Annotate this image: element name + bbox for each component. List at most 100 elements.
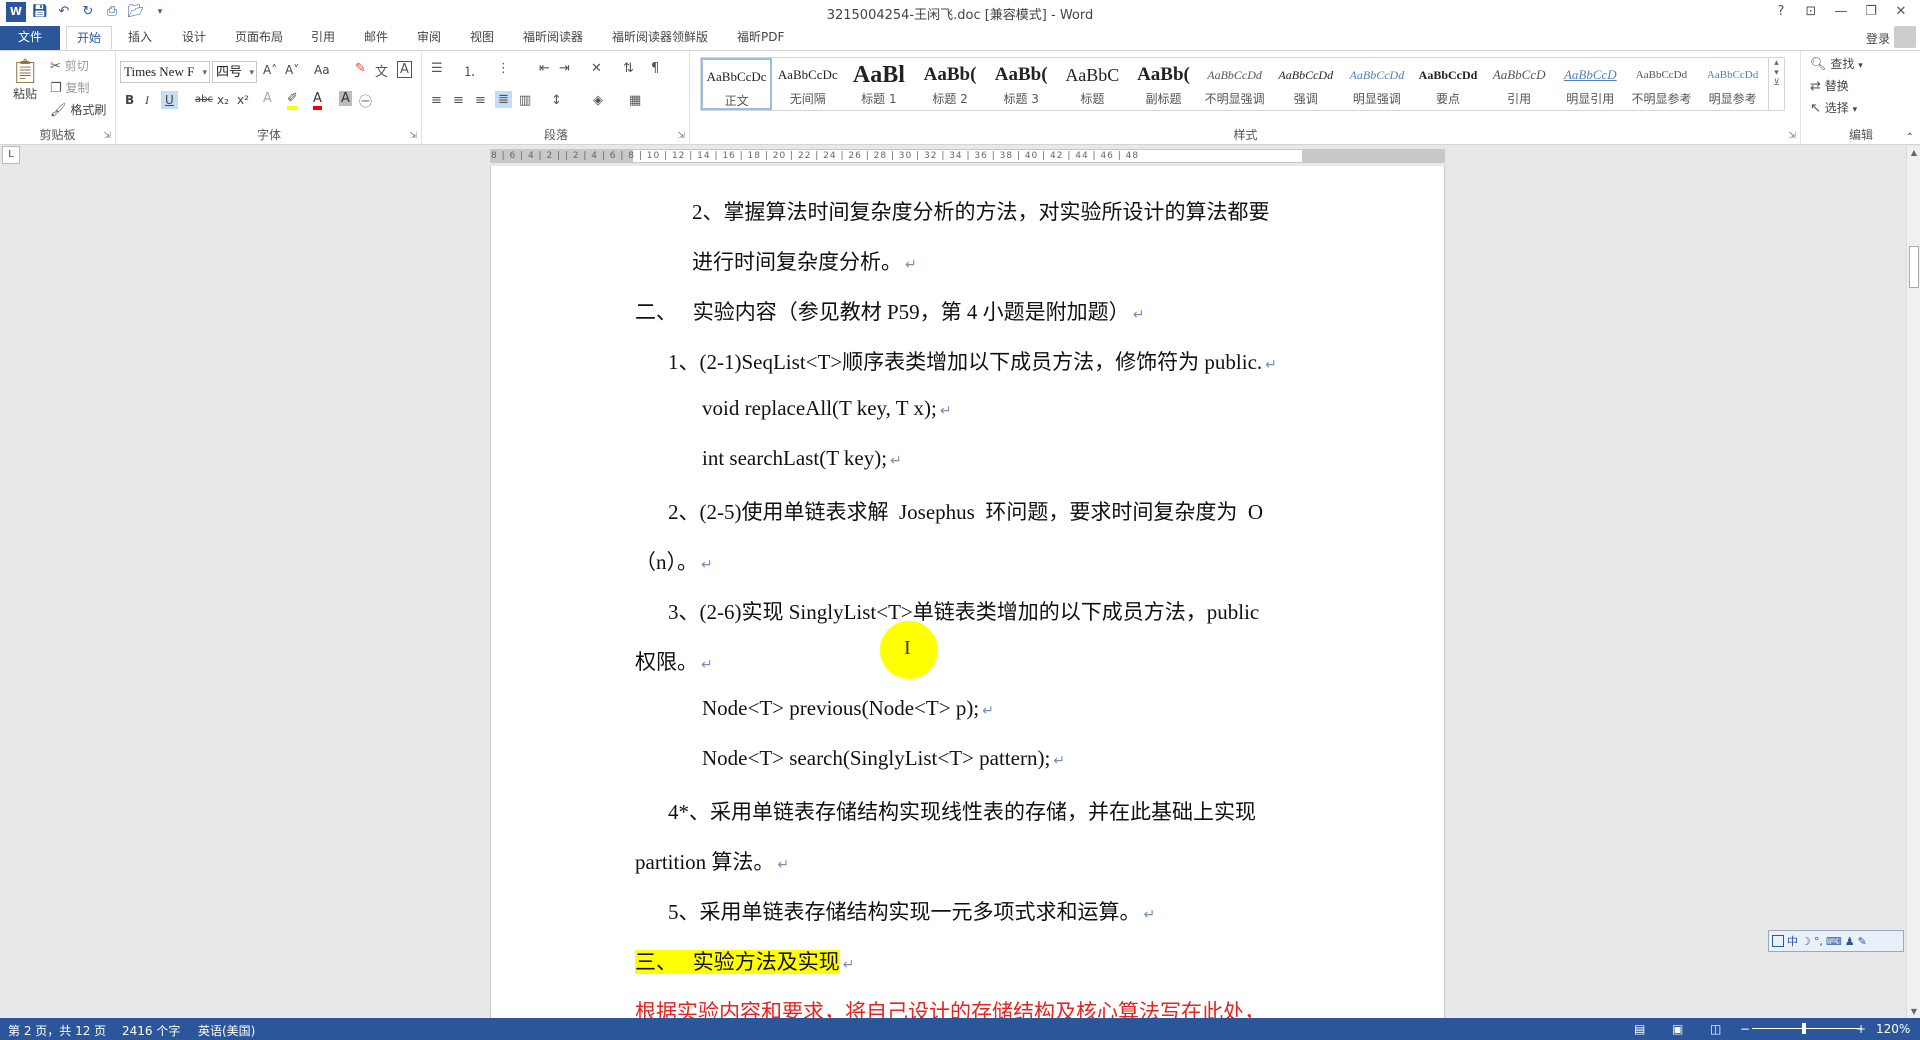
word-count[interactable]: 2416 个字 (122, 1022, 180, 1039)
ime-punct-icon[interactable]: °, (1814, 935, 1823, 948)
ime-keyboard-icon[interactable]: ⌨ (1826, 935, 1842, 948)
collapse-ribbon-icon[interactable]: ⌃ (1906, 132, 1914, 143)
restore-button[interactable]: ❐ (1856, 1, 1886, 23)
tab-review[interactable]: 审阅 (407, 26, 451, 50)
copy-button[interactable]: ❐ 复制 (50, 79, 90, 96)
ime-moon-icon[interactable]: ☽ (1801, 935, 1811, 948)
style-title[interactable]: AaBbC 标题 (1057, 58, 1128, 110)
highlight-icon[interactable]: ✐ (287, 91, 298, 110)
chevron-up-icon[interactable]: ▴ (1769, 58, 1784, 68)
tab-references[interactable]: 引用 (301, 26, 345, 50)
shrink-font-button[interactable]: A˅ (285, 63, 299, 77)
tab-mailings[interactable]: 邮件 (354, 26, 398, 50)
zoom-slider-track[interactable] (1752, 1028, 1862, 1029)
tab-view[interactable]: 视图 (460, 26, 504, 50)
zoom-slider-thumb[interactable] (1802, 1023, 1806, 1034)
italic-button[interactable]: I (145, 93, 149, 108)
tab-foxit-reader-preview[interactable]: 福昕阅读器领鲜版 (602, 26, 718, 50)
line-spacing-icon[interactable]: ↕ (551, 93, 562, 108)
tab-selector[interactable]: L (2, 146, 20, 164)
language-indicator[interactable]: 英语(美国) (198, 1022, 255, 1039)
paste-button[interactable]: 📋︎ 粘贴 (8, 57, 42, 102)
ime-logo-icon[interactable] (1772, 935, 1784, 947)
bold-button[interactable]: B (125, 93, 134, 107)
login-link[interactable]: 登录 (1866, 30, 1890, 47)
web-layout-icon[interactable]: ◫ (1710, 1022, 1721, 1036)
style-heading-3[interactable]: AaBb(标题 3 (986, 58, 1057, 110)
style-intense-quote[interactable]: AaBbCcD 明显引用 (1555, 58, 1626, 110)
style-intense-reference[interactable]: AaBbCcDd 明显参考 (1697, 58, 1768, 110)
style-subtle-reference[interactable]: AaBbCcDd 不明显参考 (1626, 58, 1697, 110)
scroll-up-icon[interactable]: ▲ (1907, 148, 1920, 157)
page-count[interactable]: 第 2 页，共 12 页 (8, 1022, 106, 1039)
decrease-indent-icon[interactable]: ⇤ (539, 61, 550, 76)
font-dialog-launcher-icon[interactable]: ⇲ (409, 131, 417, 141)
avatar[interactable] (1894, 26, 1916, 48)
close-button[interactable]: ✕ (1886, 1, 1916, 23)
style-heading-2[interactable]: AaBb(标题 2 (914, 58, 985, 110)
tab-foxit-pdf[interactable]: 福昕PDF (727, 26, 794, 50)
subscript-button[interactable]: x₂ (217, 93, 229, 107)
shading-icon[interactable]: ◈ (593, 93, 603, 108)
replace-button[interactable]: ⇄ 替换 (1810, 77, 1849, 94)
chevron-down-icon[interactable]: ▾ (1769, 68, 1784, 78)
horizontal-ruler[interactable]: 8 | 6 | 4 | 2 | | 2 | 4 | 6 | 8 | 10 | 1… (490, 149, 1445, 163)
vertical-scrollbar[interactable]: ▲ ▼ (1906, 146, 1920, 1018)
chinese-layout-icon[interactable]: ✕ (591, 61, 602, 76)
tab-home[interactable]: 开始 (66, 26, 113, 50)
style-strong[interactable]: AaBbCcDd 要点 (1412, 58, 1483, 110)
ribbon-display-button[interactable]: ⊡ (1796, 1, 1826, 23)
grow-font-button[interactable]: A˄ (263, 63, 277, 77)
font-size-select[interactable]: 四号 ▾ (212, 61, 257, 83)
more-icon[interactable]: ⊻ (1769, 78, 1784, 88)
align-right-icon[interactable]: ≡ (475, 93, 486, 108)
style-subtitle[interactable]: AaBb(副标题 (1128, 58, 1199, 110)
scroll-thumb[interactable] (1909, 246, 1919, 288)
find-button[interactable]: 🔍︎ 查找 ▾ (1810, 55, 1863, 72)
ime-toolbar[interactable]: 中 ☽ °, ⌨ ♟ ✎ (1768, 930, 1904, 952)
ime-tools-icon[interactable]: ✎ (1858, 935, 1867, 948)
tab-page-layout[interactable]: 页面布局 (225, 26, 293, 50)
align-left-icon[interactable]: ≡ (431, 93, 442, 108)
tab-file[interactable]: 文件 (0, 26, 61, 50)
tab-foxit-reader[interactable]: 福昕阅读器 (513, 26, 593, 50)
increase-indent-icon[interactable]: ⇥ (559, 61, 570, 76)
styles-dialog-launcher-icon[interactable]: ⇲ (1788, 131, 1796, 141)
style-subtle-emphasis[interactable]: AaBbCcDd 不明显强调 (1199, 58, 1270, 110)
sort-icon[interactable]: ⇅ (623, 61, 634, 76)
read-mode-icon[interactable]: ▤ (1634, 1022, 1645, 1036)
strikethrough-button[interactable]: abc (195, 94, 213, 105)
styles-scroll[interactable]: ▴ ▾ ⊻ (1768, 58, 1784, 110)
format-painter-button[interactable]: 🖌︎ 格式刷 (50, 101, 106, 118)
document-page[interactable]: 2、掌握算法时间复杂度分析的方法，对实验所设计的算法都要 进行时间复杂度分析。 ↵… (490, 166, 1445, 1018)
select-button[interactable]: ↖ 选择 ▾ (1810, 99, 1857, 116)
scroll-down-icon[interactable]: ▼ (1907, 1007, 1920, 1016)
char-shading-icon[interactable]: A (339, 91, 352, 106)
style-intense-emphasis[interactable]: AaBbCcDd 明显强调 (1341, 58, 1412, 110)
style-emphasis[interactable]: AaBbCcDd 强调 (1270, 58, 1341, 110)
ime-chinese-toggle[interactable]: 中 (1787, 933, 1798, 949)
phonetic-guide-icon[interactable]: 文 (375, 61, 388, 80)
ime-user-icon[interactable]: ♟ (1845, 935, 1855, 948)
zoom-level[interactable]: 120% (1876, 1022, 1910, 1036)
text-effects-icon[interactable]: A (263, 91, 272, 106)
align-center-icon[interactable]: ≡ (453, 93, 464, 108)
paragraph-dialog-launcher-icon[interactable]: ⇲ (677, 131, 685, 141)
cut-button[interactable]: ✂ 剪切 (50, 57, 89, 74)
tab-insert[interactable]: 插入 (118, 26, 162, 50)
borders-icon[interactable]: ▦ (629, 93, 641, 108)
style-quote[interactable]: AaBbCcD 引用 (1484, 58, 1555, 110)
char-border-icon[interactable]: A (397, 61, 412, 78)
enclose-char-icon[interactable]: ㊀ (359, 91, 372, 110)
bullets-icon[interactable]: ☰ (431, 61, 443, 76)
style-heading-1[interactable]: AaBl 标题 1 (843, 58, 914, 110)
change-case-button[interactable]: Aa (314, 63, 330, 77)
tab-design[interactable]: 设计 (172, 26, 216, 50)
print-layout-icon[interactable]: ▣ (1672, 1022, 1683, 1036)
font-name-select[interactable]: Times New F ▾ (120, 61, 210, 83)
style-no-spacing[interactable]: AaBbCcDc 无间隔 (772, 58, 843, 110)
font-color-icon[interactable]: A (313, 91, 322, 110)
numbering-icon[interactable]: ⒈ (463, 61, 476, 80)
show-marks-icon[interactable]: ¶ (651, 61, 659, 76)
underline-button[interactable]: U (161, 91, 178, 109)
